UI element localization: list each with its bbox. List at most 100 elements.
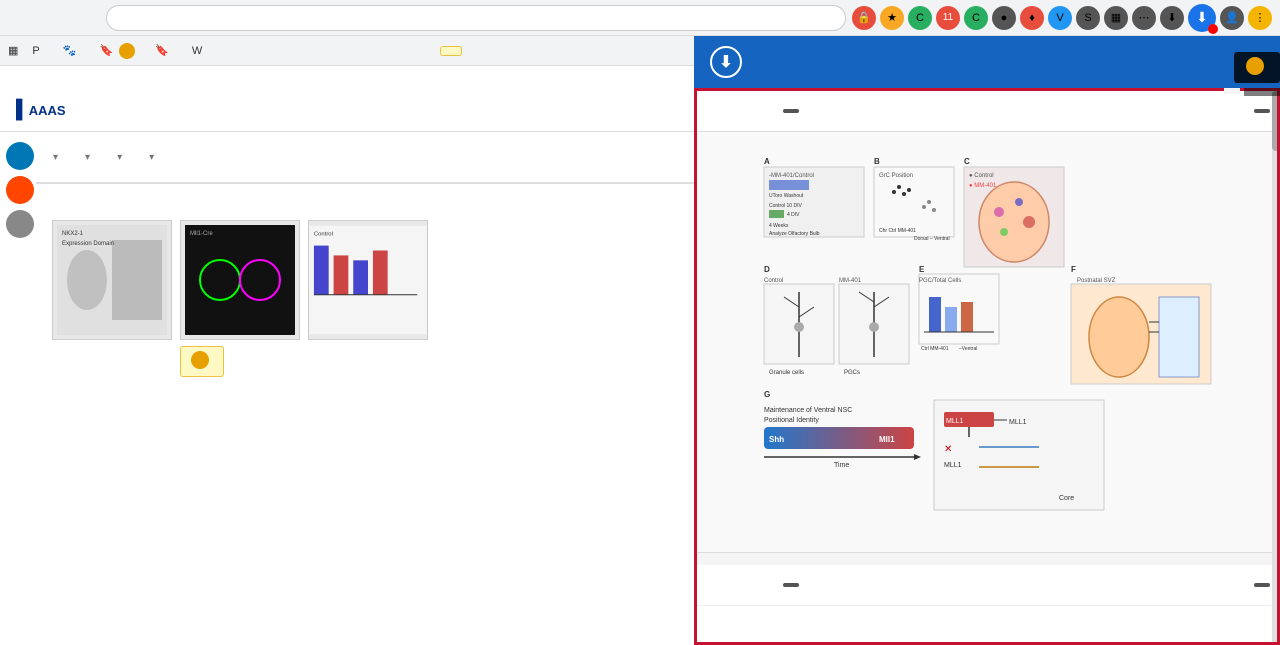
back-button[interactable] — [8, 4, 36, 32]
svg-text:Mll1: Mll1 — [879, 435, 895, 444]
image-size-badge-1 — [1254, 109, 1270, 113]
reddit-icon[interactable] — [6, 176, 34, 204]
svg-text:C: C — [964, 157, 970, 166]
extension-icon7[interactable]: S — [1076, 6, 1100, 30]
svg-text:Shh: Shh — [769, 435, 784, 444]
figure-area: NKX2-1 Expression Domain Mll1-Cre — [36, 212, 694, 356]
extension-icon2[interactable]: 11 — [936, 6, 960, 30]
extension-icon8[interactable]: ▦ — [1104, 6, 1128, 30]
step2-badge — [191, 351, 209, 369]
profile-icon[interactable]: 👤 — [1220, 6, 1244, 30]
figure-thumb-1: NKX2-1 Expression Domain — [52, 220, 172, 340]
extension-icon1[interactable]: C — [908, 6, 932, 30]
scrollbar-thumb[interactable] — [1272, 91, 1280, 151]
right-scrollbar[interactable] — [1272, 91, 1280, 645]
right-toolbar-1 — [697, 91, 1280, 132]
download-images-button[interactable]: ⬇ — [710, 46, 750, 78]
svg-text:Chr Ctrl MM-401: Chr Ctrl MM-401 — [879, 228, 916, 234]
open-external-button-2[interactable] — [707, 571, 735, 599]
svg-text:✕: ✕ — [944, 444, 952, 455]
svg-text:Maintenance of Ventral NSC: Maintenance of Ventral NSC — [764, 407, 852, 414]
journals-chevron-icon: ▾ — [149, 152, 154, 163]
svg-text:Mll1-Cre: Mll1-Cre — [190, 231, 213, 237]
svg-text:Control 10 DIV: Control 10 DIV — [769, 203, 802, 209]
address-bar[interactable] — [106, 5, 846, 31]
collapse-button-2[interactable] — [783, 583, 799, 587]
svg-text:MLL1: MLL1 — [944, 462, 962, 469]
svg-text:MM-401: MM-401 — [839, 278, 862, 284]
svg-text:–Ventral: –Ventral — [959, 346, 977, 352]
svg-text:D: D — [764, 265, 770, 274]
svg-text:Expression Domain: Expression Domain — [62, 241, 114, 247]
search-label[interactable] — [1224, 88, 1240, 94]
w-icon: W — [192, 45, 202, 57]
forward-button[interactable] — [40, 4, 68, 32]
click-download-tooltip — [440, 46, 462, 56]
main-content: ▌AAAS ▾ ▾ ▾ ▾ — [0, 88, 1280, 645]
collapse-button-1[interactable] — [783, 109, 799, 113]
extension-icon3[interactable]: C — [964, 6, 988, 30]
article-text — [36, 184, 694, 212]
menu-icon[interactable]: ⋮ — [1248, 6, 1272, 30]
site-header: ▌AAAS — [0, 88, 694, 132]
svg-text:PGCs: PGCs — [844, 370, 860, 376]
nav-news[interactable]: ▾ — [72, 148, 100, 167]
svg-text:● MM-401: ● MM-401 — [969, 183, 997, 189]
bookmark-mouse[interactable]: 🔖 — [93, 41, 141, 61]
nav-careers[interactable]: ▾ — [104, 148, 132, 167]
bookmark-xi[interactable]: 🔖 — [149, 42, 178, 59]
extension-icon10[interactable]: ⬇ — [1160, 6, 1184, 30]
security-icon: 🔒 — [852, 6, 876, 30]
download-figure-button-2[interactable] — [745, 571, 773, 599]
download-figure-button[interactable] — [745, 97, 773, 125]
figure-image-container: A -MM-401/Control UToro Washout Control … — [697, 132, 1280, 552]
svg-text:Analyze Olfactory Bulb: Analyze Olfactory Bulb — [769, 231, 820, 237]
svg-text:Core: Core — [1059, 495, 1074, 502]
linkedin-icon[interactable] — [6, 142, 34, 170]
svg-text:E: E — [919, 265, 925, 274]
bookmark-program[interactable]: W — [186, 43, 211, 59]
image-url-bar — [697, 552, 1280, 565]
bookmark-pubmed[interactable]: P — [26, 43, 48, 59]
nav-contents[interactable]: ▾ — [40, 148, 68, 167]
bookmark-baidu[interactable]: 🐾 — [57, 42, 86, 59]
svg-text:Postnatal SVZ: Postnatal SVZ — [1077, 278, 1116, 284]
download-circle-icon: ⬇ — [710, 46, 742, 78]
svg-text:PGC/Total Cells: PGC/Total Cells — [919, 278, 961, 284]
imageye-download-button[interactable]: ⬇ — [1188, 4, 1216, 32]
careers-chevron-icon: ▾ — [117, 152, 122, 163]
aaas-logo: ▌AAAS — [16, 99, 66, 120]
email-icon[interactable] — [6, 210, 34, 238]
left-panel: ▌AAAS ▾ ▾ ▾ ▾ — [0, 88, 694, 645]
browser-icons: 🔒 ★ C 11 C ● ♦ V S ▦ ⋯ ⬇ ⬇ 👤 ⋮ — [852, 4, 1272, 32]
step1-badge — [1246, 57, 1264, 75]
step2-tooltip — [180, 346, 224, 377]
svg-text:MLL1: MLL1 — [946, 418, 964, 425]
image-size-badge-2 — [1254, 583, 1270, 587]
figure-thumb-3: Control — [308, 220, 428, 340]
contents-chevron-icon: ▾ — [53, 152, 58, 163]
refresh-button[interactable] — [72, 4, 100, 32]
nav-journals[interactable]: ▾ — [136, 148, 164, 167]
science-nav: ▾ ▾ ▾ ▾ — [0, 132, 694, 184]
open-external-button[interactable] — [707, 97, 735, 125]
svg-text:Control: Control — [764, 278, 783, 284]
extension-icon4[interactable]: ● — [992, 6, 1016, 30]
svg-text:4 DIV: 4 DIV — [787, 212, 800, 218]
imageye-tooltip — [1234, 52, 1280, 83]
second-toolbar — [697, 565, 1280, 606]
bookmark-icon[interactable]: ★ — [880, 6, 904, 30]
extension-icon5[interactable]: ♦ — [1020, 6, 1044, 30]
tongji-label — [1244, 88, 1280, 96]
pubmed-icon: P — [32, 45, 39, 57]
svg-text:F: F — [1071, 265, 1076, 274]
extension-icon9[interactable]: ⋯ — [1132, 6, 1156, 30]
apps-label[interactable]: ▦ — [8, 44, 18, 57]
svg-text:Dorsal – Ventral: Dorsal – Ventral — [914, 236, 950, 242]
social-icons — [0, 132, 36, 248]
extension-icon6[interactable]: V — [1048, 6, 1072, 30]
svg-text:Ctrl MM-401: Ctrl MM-401 — [921, 346, 949, 352]
svg-text:GrC Position: GrC Position — [879, 173, 913, 179]
figure-thumb-2: Mll1-Cre — [180, 220, 300, 340]
svg-text:A: A — [764, 157, 770, 166]
